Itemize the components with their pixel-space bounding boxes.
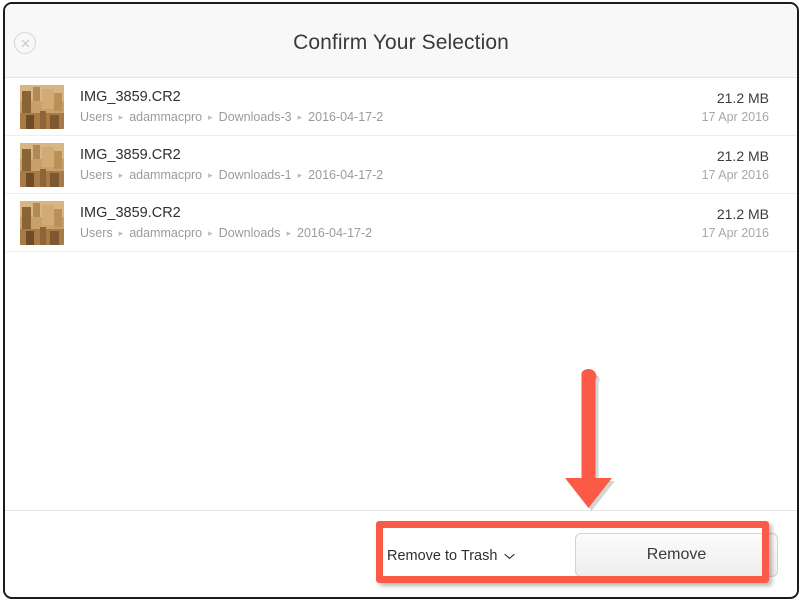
remove-action-select-label: Remove to Trash — [387, 547, 498, 564]
footer-actions: Remove to Trash Remove — [385, 533, 778, 578]
breadcrumb: Users ▸ adammacpro ▸ Downloads ▸ 2016-04… — [80, 226, 690, 241]
confirm-selection-dialog: Confirm Your Selection IMG_3859.CR2 User… — [3, 2, 799, 599]
photo-thumbnail-icon — [20, 142, 64, 187]
breadcrumb-item: adammacpro — [129, 110, 203, 124]
file-list: IMG_3859.CR2 Users ▸ adammacpro ▸ Downlo… — [5, 78, 797, 510]
file-meta: 21.2 MB 17 Apr 2016 — [690, 89, 769, 125]
photo-thumbnail-icon — [20, 84, 64, 129]
chevron-down-icon — [504, 553, 516, 560]
table-row[interactable]: IMG_3859.CR2 Users ▸ adammacpro ▸ Downlo… — [5, 194, 797, 252]
chevron-right-icon: ▸ — [118, 112, 124, 122]
file-info: IMG_3859.CR2 Users ▸ adammacpro ▸ Downlo… — [80, 88, 690, 125]
breadcrumb: Users ▸ adammacpro ▸ Downloads-3 ▸ 2016-… — [80, 110, 690, 125]
breadcrumb-item: 2016-04-17-2 — [308, 110, 384, 124]
photo-thumbnail-icon — [20, 200, 64, 245]
chevron-right-icon: ▸ — [208, 170, 213, 180]
breadcrumb: Users ▸ adammacpro ▸ Downloads-1 ▸ 2016-… — [80, 168, 690, 183]
chevron-right-icon: ▸ — [208, 228, 213, 238]
file-meta: 21.2 MB 17 Apr 2016 — [690, 147, 769, 183]
breadcrumb-item: adammacpro — [129, 168, 203, 182]
breadcrumb-item: Users — [80, 110, 113, 124]
table-row[interactable]: IMG_3859.CR2 Users ▸ adammacpro ▸ Downlo… — [5, 78, 797, 136]
file-name: IMG_3859.CR2 — [80, 89, 181, 105]
page-title: Confirm Your Selection — [293, 31, 509, 54]
dialog-header: Confirm Your Selection — [5, 4, 797, 78]
breadcrumb-item: Users — [80, 226, 113, 240]
breadcrumb-item: 2016-04-17-2 — [297, 226, 373, 240]
table-row[interactable]: IMG_3859.CR2 Users ▸ adammacpro ▸ Downlo… — [5, 136, 797, 194]
chevron-right-icon: ▸ — [297, 112, 303, 122]
file-name: IMG_3859.CR2 — [80, 147, 181, 163]
file-size: 21.2 MB — [716, 205, 769, 222]
dialog-footer: Remove to Trash Remove — [5, 510, 797, 595]
file-date: 17 Apr 2016 — [701, 109, 769, 124]
remove-button[interactable]: Remove — [575, 533, 778, 577]
chevron-right-icon: ▸ — [297, 170, 303, 180]
breadcrumb-item: adammacpro — [129, 226, 203, 240]
breadcrumb-item: Downloads-3 — [218, 110, 292, 124]
file-meta: 21.2 MB 17 Apr 2016 — [690, 205, 769, 241]
breadcrumb-item: 2016-04-17-2 — [308, 168, 384, 182]
file-name: IMG_3859.CR2 — [80, 205, 181, 221]
chevron-right-icon: ▸ — [286, 228, 292, 238]
file-info: IMG_3859.CR2 Users ▸ adammacpro ▸ Downlo… — [80, 204, 690, 241]
chevron-right-icon: ▸ — [118, 170, 124, 180]
chevron-right-icon: ▸ — [118, 228, 124, 238]
breadcrumb-item: Users — [80, 168, 113, 182]
file-info: IMG_3859.CR2 Users ▸ adammacpro ▸ Downlo… — [80, 146, 690, 183]
breadcrumb-item: Downloads — [218, 226, 281, 240]
breadcrumb-item: Downloads-1 — [218, 168, 292, 182]
file-size: 21.2 MB — [716, 147, 769, 164]
remove-action-select[interactable]: Remove to Trash — [385, 544, 517, 568]
file-date: 17 Apr 2016 — [701, 225, 769, 240]
file-size: 21.2 MB — [716, 89, 769, 106]
file-date: 17 Apr 2016 — [701, 167, 769, 182]
chevron-right-icon: ▸ — [208, 112, 213, 122]
